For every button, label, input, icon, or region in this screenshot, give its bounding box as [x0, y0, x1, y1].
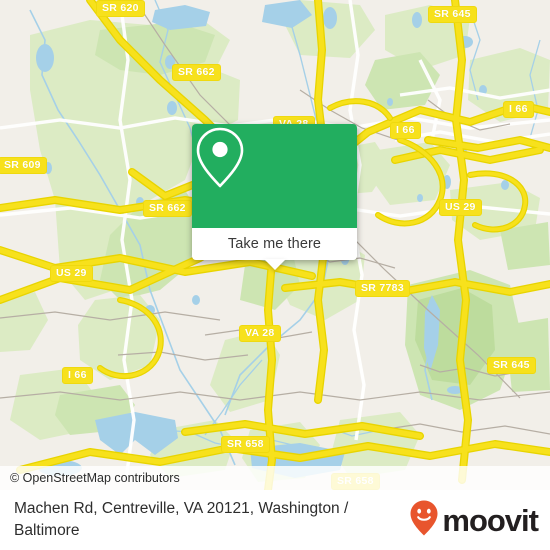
map-canvas[interactable]: SR 620 SR 645 SR 662 I 66 VA 28 I 66 SR 609 SR …: [0, 0, 550, 490]
popup-card-tail: [263, 259, 286, 270]
moovit-wordmark: moovit: [442, 502, 539, 538]
attribution-text: © OpenStreetMap contributors: [10, 471, 180, 485]
popup-card-header: [192, 124, 357, 228]
road-shield: SR 662: [172, 64, 221, 81]
road-shield: I 66: [503, 101, 534, 118]
road-shield: SR 662: [143, 200, 192, 217]
popup-card-footer[interactable]: Take me there: [192, 228, 357, 270]
footer-bar: Machen Rd, Centreville, VA 20121, Washin…: [0, 490, 550, 550]
location-popup-card[interactable]: Take me there: [192, 124, 357, 270]
map-attribution-bar: © OpenStreetMap contributors: [0, 466, 550, 490]
take-me-there-button-label: Take me there: [227, 236, 322, 252]
road-shield: SR 609: [0, 157, 47, 174]
moovit-logo[interactable]: moovit: [409, 499, 539, 542]
road-shield: SR 658: [221, 436, 270, 453]
road-shield: US 29: [50, 265, 93, 282]
location-title: Machen Rd, Centreville, VA 20121, Washin…: [14, 500, 349, 539]
road-shield: SR 620: [96, 0, 145, 17]
road-shield: US 29: [439, 199, 482, 216]
road-shield: I 66: [390, 122, 421, 139]
road-shield: SR 7783: [355, 280, 410, 297]
road-shield: VA 28: [239, 325, 281, 342]
moovit-smiley-pin-icon: [409, 499, 439, 542]
road-shield: SR 645: [487, 357, 536, 374]
road-shield: SR 645: [428, 6, 477, 23]
moovit-map-screenshot: SR 620 SR 645 SR 662 I 66 VA 28 I 66 SR 609 SR …: [0, 0, 550, 550]
road-shield: I 66: [62, 367, 93, 384]
